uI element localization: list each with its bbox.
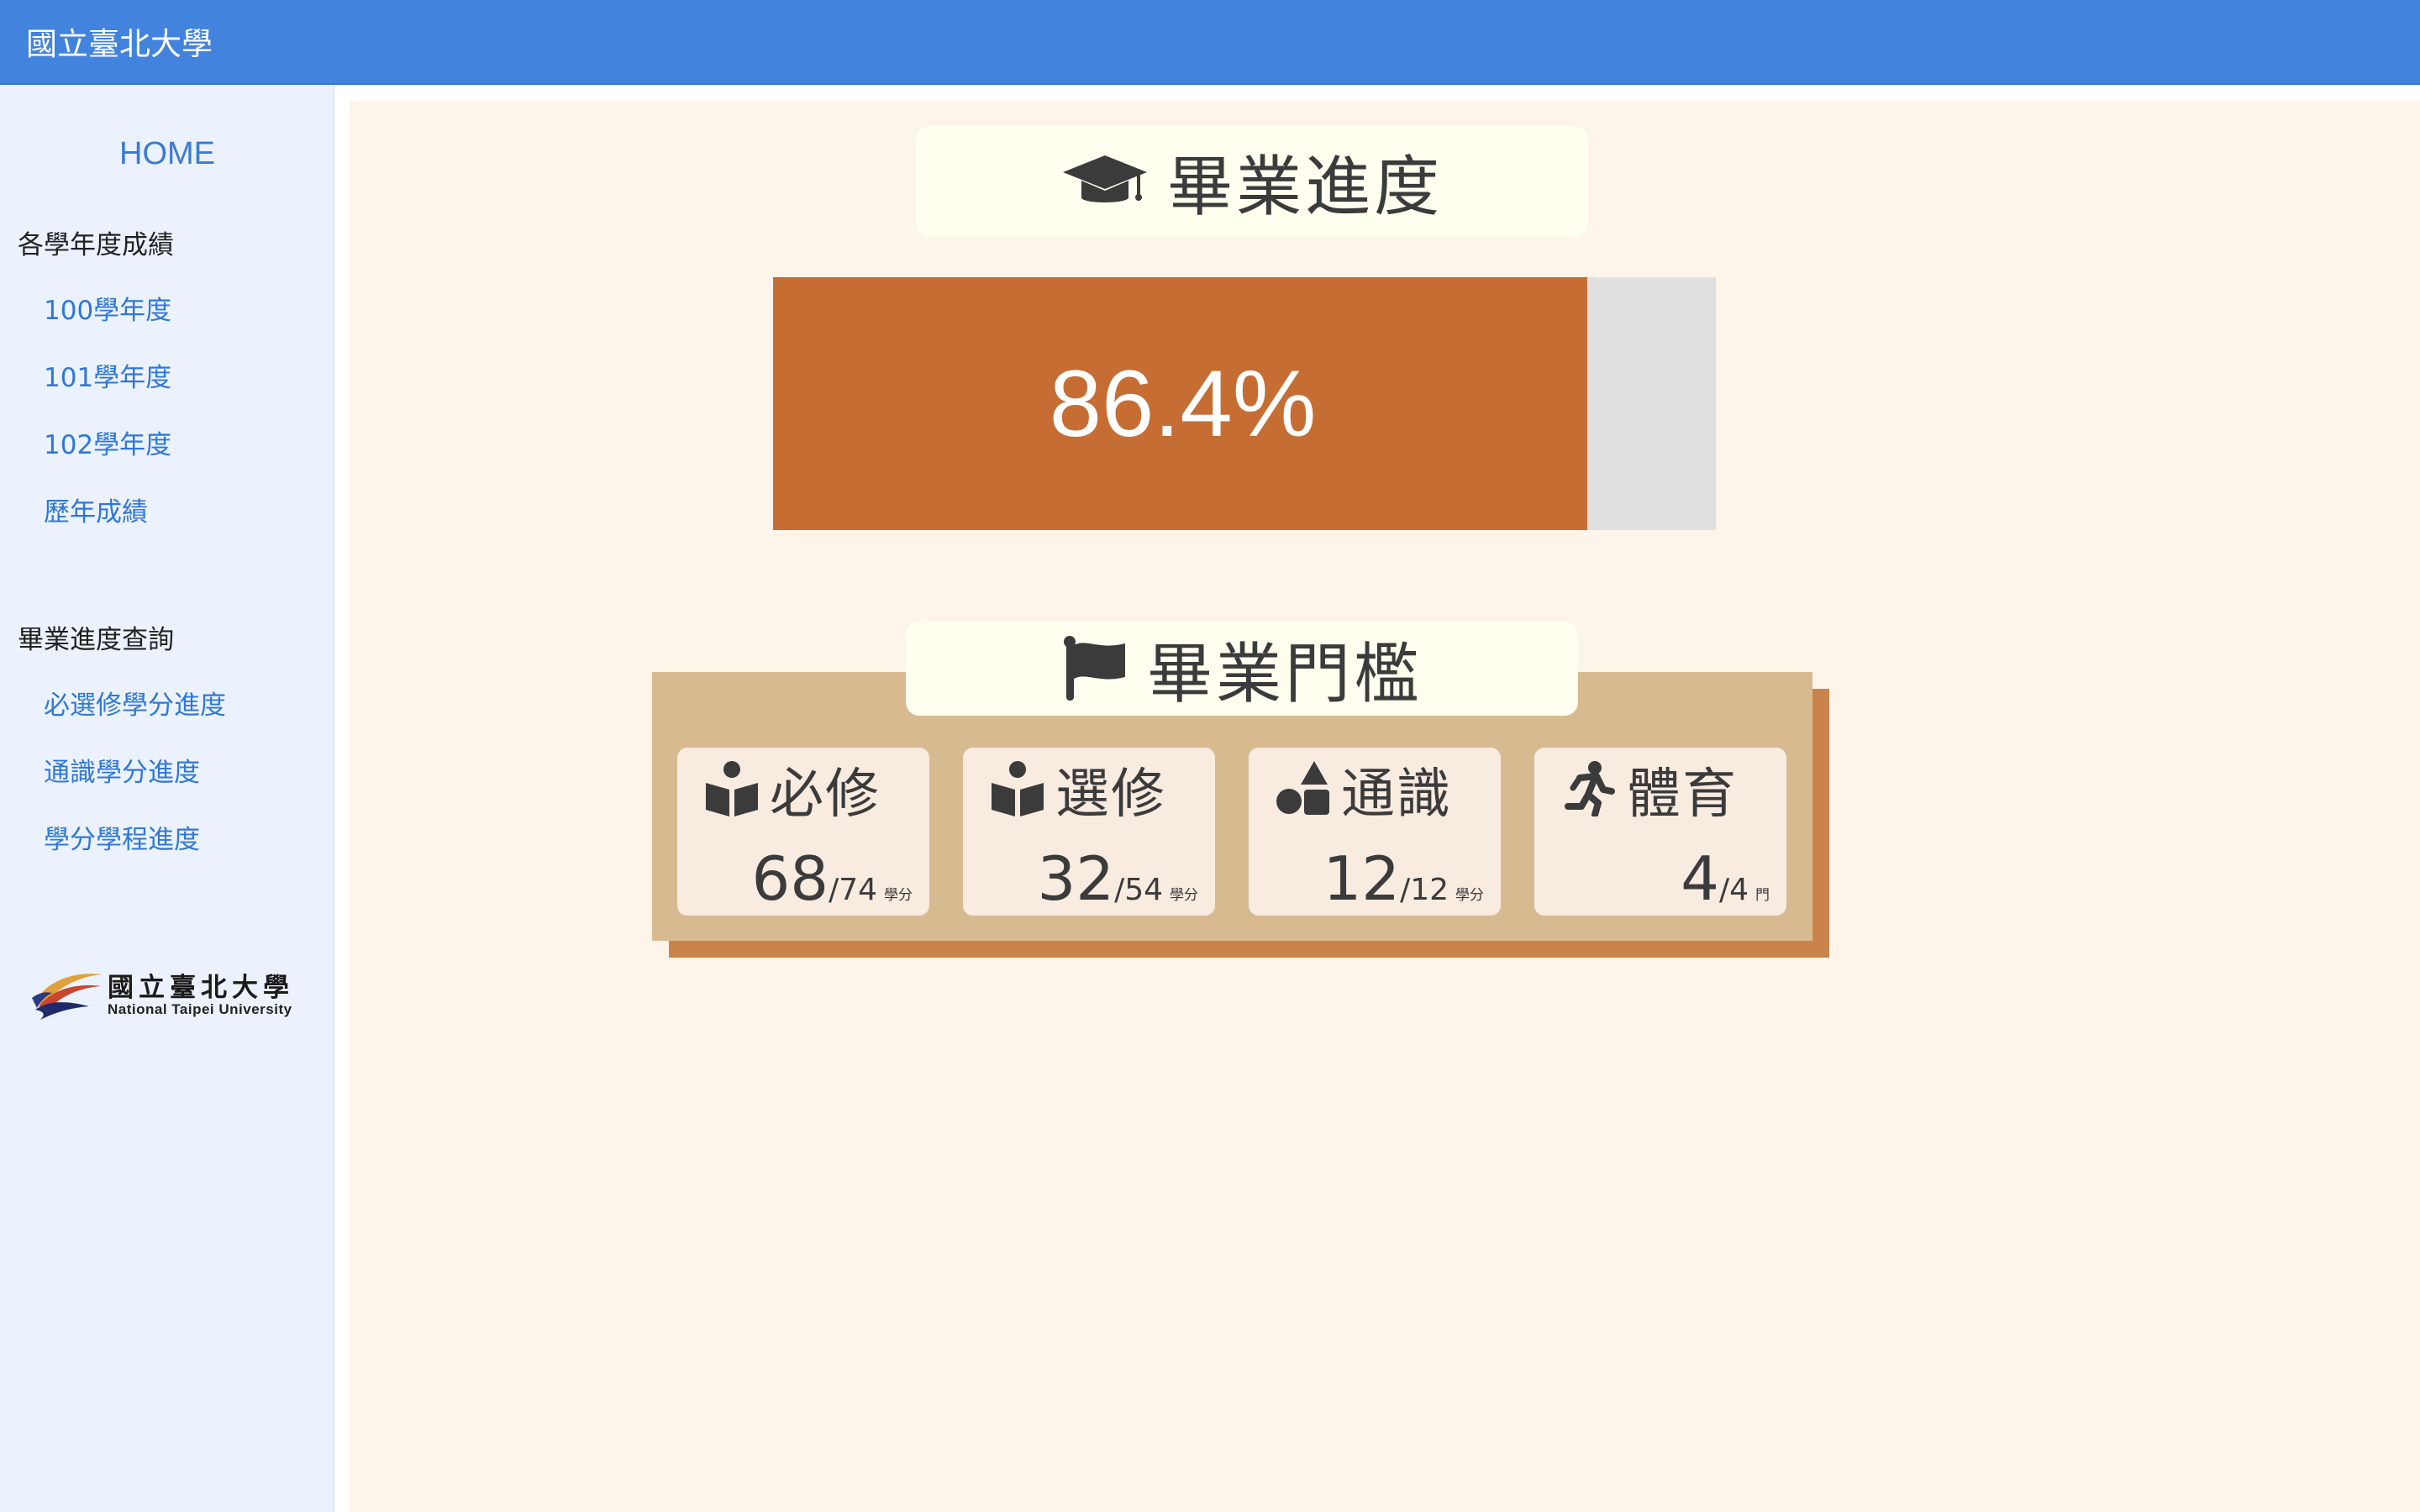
sidebar-link-all-grades[interactable]: 歷年成績: [44, 491, 148, 528]
shapes-icon: [1276, 761, 1329, 815]
physical-education-total: /4: [1718, 873, 1749, 907]
required-credits-card[interactable]: 必修 68/74 學分: [677, 748, 929, 916]
book-reader-icon: [706, 761, 758, 816]
general-education-credits-card[interactable]: 通識 12/12 學分: [1249, 748, 1501, 916]
university-emblem-icon: [32, 974, 103, 1020]
site-title[interactable]: 國立臺北大學: [26, 18, 213, 64]
sidebar-link-year-102[interactable]: 102學年度: [44, 423, 171, 461]
physical-education-earned: 4: [1681, 843, 1719, 914]
elective-label: 選修: [1055, 764, 1166, 826]
university-logo: 國立臺北大學 National Taipei University: [30, 964, 308, 1032]
threshold-title: 畢業門檻: [1146, 637, 1423, 712]
general-education-unit: 學分: [1455, 887, 1484, 904]
sidebar-link-general-education-progress[interactable]: 通識學分進度: [44, 751, 200, 789]
physical-education-count: 4/4 門: [1681, 843, 1770, 914]
elective-earned: 32: [1037, 843, 1115, 914]
physical-education-label: 體育: [1627, 764, 1738, 826]
sidebar-link-required-elective-progress[interactable]: 必選修學分進度: [44, 684, 226, 722]
sidebar-link-program-progress[interactable]: 學分學程進度: [44, 818, 200, 856]
general-education-label: 通識: [1341, 764, 1452, 826]
sidebar-heading-graduation-progress: 畢業進度查詢: [18, 625, 174, 655]
physical-education-card[interactable]: 體育 4/4 門: [1534, 748, 1786, 916]
running-icon: [1565, 761, 1615, 816]
home-link[interactable]: HOME: [0, 136, 334, 172]
flag-icon: [1063, 636, 1125, 701]
required-count: 68/74 學分: [751, 843, 913, 914]
elective-credits-card[interactable]: 選修 32/54 學分: [963, 748, 1215, 916]
sidebar-link-year-100[interactable]: 100學年度: [44, 289, 171, 327]
threshold-title-card: 畢業門檻: [906, 622, 1578, 716]
graduation-progress-bar: 86.4%: [773, 277, 1716, 530]
elective-total: /54: [1114, 873, 1163, 907]
elective-count: 32/54 學分: [1037, 843, 1198, 914]
physical-education-unit: 門: [1755, 887, 1770, 904]
required-unit: 學分: [884, 887, 913, 904]
general-education-count: 12/12 學分: [1323, 843, 1484, 914]
progress-title-card: 畢業進度: [916, 126, 1588, 237]
logo-name-english: National Taipei University: [108, 1001, 292, 1017]
elective-unit: 學分: [1170, 887, 1198, 904]
progress-percent-label: 86.4%: [1049, 351, 1317, 456]
progress-title: 畢業進度: [1166, 150, 1443, 225]
top-navbar: 國立臺北大學: [0, 0, 2420, 85]
sidebar-heading-yearly-grades: 各學年度成績: [18, 230, 174, 260]
main-content: 畢業進度 86.4% 畢業門檻 必修 68/74 學分 選修 32/54 學分 …: [350, 101, 2420, 1512]
book-reader-icon: [992, 761, 1044, 816]
required-label: 必修: [770, 764, 881, 826]
sidebar-link-year-101[interactable]: 101學年度: [44, 356, 171, 394]
general-education-total: /12: [1400, 873, 1449, 907]
general-education-earned: 12: [1323, 843, 1401, 914]
graduation-cap-icon: [1062, 155, 1147, 202]
logo-name-chinese: 國立臺北大學: [108, 973, 294, 1003]
sidebar: HOME 各學年度成績 100學年度 101學年度 102學年度 歷年成績 畢業…: [0, 85, 334, 1512]
required-total: /74: [829, 873, 877, 907]
required-earned: 68: [751, 843, 829, 914]
